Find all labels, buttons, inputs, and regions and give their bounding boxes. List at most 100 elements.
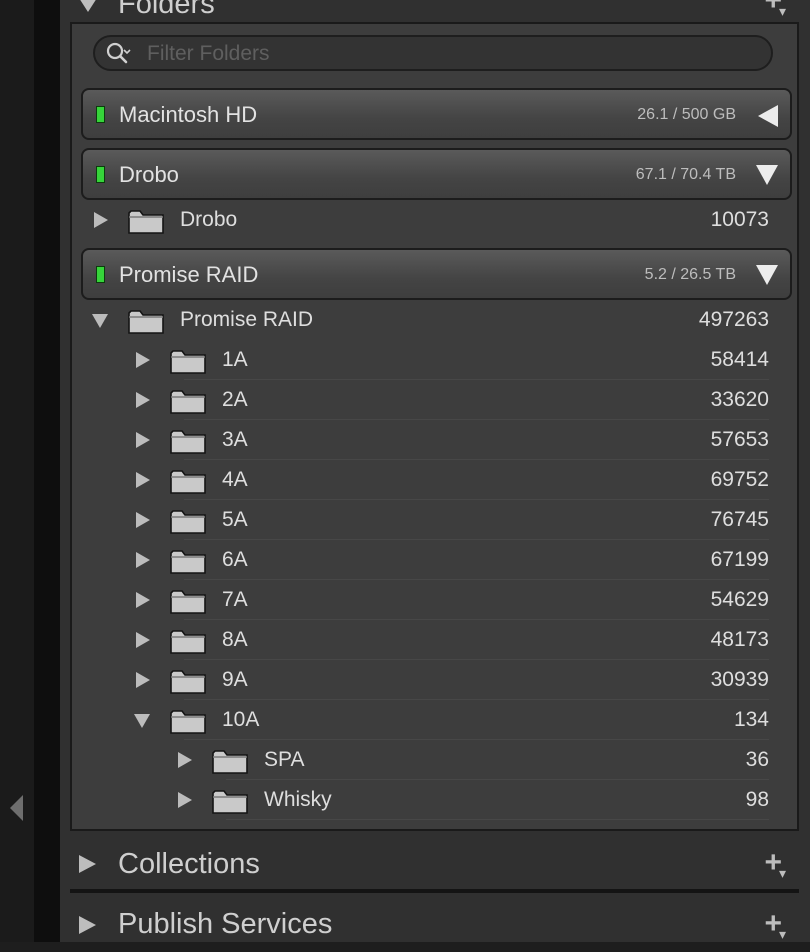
- folder-icon: [170, 628, 206, 654]
- folder-name: 4A: [222, 468, 248, 491]
- folder-row[interactable]: 4A 69752: [72, 460, 797, 500]
- collections-panel-header[interactable]: Collections +▾: [60, 838, 810, 894]
- disclosure-right-icon[interactable]: [178, 792, 192, 808]
- folder-name: Drobo: [180, 208, 238, 231]
- volume-name: Promise RAID: [119, 262, 259, 287]
- add-collection-plus-icon[interactable]: +▾: [764, 848, 786, 881]
- add-folder-plus-icon[interactable]: +▾: [764, 0, 786, 18]
- folder-icon: [170, 508, 206, 534]
- disclosure-right-icon[interactable]: [136, 672, 150, 688]
- publish-services-title: Publish Services: [118, 908, 333, 940]
- triangle-down-icon[interactable]: [756, 165, 778, 185]
- disclosure-right-icon[interactable]: [178, 752, 192, 768]
- folder-row[interactable]: Whisky 98: [72, 780, 797, 820]
- disclosure-down-icon[interactable]: [134, 714, 150, 728]
- triangle-down-icon[interactable]: [756, 265, 778, 285]
- left-panel: Folders +▾ Macintosh HD 26.1 / 500 GB Drob…: [60, 0, 810, 942]
- folder-icon: [170, 548, 206, 574]
- folder-row[interactable]: 7A 54629: [72, 580, 797, 620]
- collapse-panel-arrow-icon[interactable]: [10, 795, 23, 821]
- green-led-icon: [96, 166, 105, 183]
- folder-row[interactable]: Drobo 10073: [72, 200, 797, 240]
- volume-header[interactable]: Drobo 67.1 / 70.4 TB: [81, 148, 792, 200]
- folder-icon: [170, 668, 206, 694]
- filter-folders-field[interactable]: [93, 35, 773, 71]
- volume-name: Macintosh HD: [119, 102, 258, 127]
- folder-name: 3A: [222, 428, 248, 451]
- disclosure-right-icon[interactable]: [94, 212, 108, 228]
- triangle-left-icon[interactable]: [758, 105, 778, 127]
- folder-row[interactable]: Promise RAID 497263: [72, 300, 797, 340]
- folder-name: 10A: [222, 708, 260, 731]
- folder-photo-count: 54629: [710, 588, 769, 611]
- folder-photo-count: 33620: [710, 388, 769, 411]
- folder-name: 9A: [222, 668, 248, 691]
- folder-icon: [128, 308, 164, 334]
- folder-row[interactable]: 3A 57653: [72, 420, 797, 460]
- folder-icon: [170, 468, 206, 494]
- disclosure-right-icon[interactable]: [136, 552, 150, 568]
- disclosure-down-icon[interactable]: [92, 314, 108, 328]
- add-publish-service-plus-icon[interactable]: +▾: [764, 909, 786, 942]
- green-led-icon: [96, 106, 105, 123]
- filter-folders-input[interactable]: [147, 41, 747, 67]
- folder-icon: [170, 348, 206, 374]
- folder-photo-count: 30939: [710, 668, 769, 691]
- publish-services-panel-header[interactable]: Publish Services +▾: [60, 896, 810, 952]
- panel-divider: [34, 0, 60, 942]
- folder-icon: [170, 588, 206, 614]
- volume-size: 5.2 / 26.5 TB: [644, 266, 736, 283]
- panel-separator: [70, 889, 799, 893]
- folder-photo-count: 67199: [710, 548, 769, 571]
- folder-row[interactable]: SPA 36: [72, 740, 797, 780]
- folder-photo-count: 48173: [710, 628, 769, 651]
- folder-icon: [170, 708, 206, 734]
- volume-header[interactable]: Promise RAID 5.2 / 26.5 TB: [81, 248, 792, 300]
- disclosure-right-icon[interactable]: [136, 632, 150, 648]
- row-divider: [226, 819, 769, 820]
- folder-photo-count: 36: [745, 748, 769, 771]
- disclosure-right-icon[interactable]: [136, 592, 150, 608]
- folder-name: 8A: [222, 628, 248, 651]
- folder-icon: [170, 428, 206, 454]
- folder-name: 5A: [222, 508, 248, 531]
- folder-icon: [212, 748, 248, 774]
- folder-photo-count: 57653: [710, 428, 769, 451]
- folder-name: 6A: [222, 548, 248, 571]
- volume-size: 67.1 / 70.4 TB: [635, 166, 736, 183]
- green-led-icon: [96, 266, 105, 283]
- disclosure-right-icon[interactable]: [136, 472, 150, 488]
- disclosure-right-icon[interactable]: [136, 432, 150, 448]
- folder-row[interactable]: 10A 134: [72, 700, 797, 740]
- folder-icon: [212, 788, 248, 814]
- folder-name: 2A: [222, 388, 248, 411]
- folder-photo-count: 98: [745, 788, 769, 811]
- folder-icon: [128, 208, 164, 234]
- folder-row[interactable]: 6A 67199: [72, 540, 797, 580]
- publish-services-disclosure-icon[interactable]: [79, 916, 96, 934]
- disclosure-right-icon[interactable]: [136, 392, 150, 408]
- folder-row[interactable]: 2A 33620: [72, 380, 797, 420]
- folder-photo-count: 497263: [698, 308, 769, 331]
- folder-photo-count: 58414: [710, 348, 769, 371]
- folder-row[interactable]: 5A 76745: [72, 500, 797, 540]
- folder-photo-count: 134: [733, 708, 769, 731]
- folder-icon: [170, 388, 206, 414]
- folders-panel-body: Macintosh HD 26.1 / 500 GB Drobo 67.1 / 70.…: [70, 22, 799, 831]
- folder-photo-count: 76745: [710, 508, 769, 531]
- collections-disclosure-icon[interactable]: [79, 855, 96, 873]
- search-icon[interactable]: [105, 41, 131, 67]
- folder-name: 1A: [222, 348, 248, 371]
- folders-title: Folders: [118, 0, 215, 20]
- folder-name: SPA: [264, 748, 305, 771]
- collections-title: Collections: [118, 848, 260, 880]
- disclosure-right-icon[interactable]: [136, 352, 150, 368]
- folder-row[interactable]: 8A 48173: [72, 620, 797, 660]
- folder-name: 7A: [222, 588, 248, 611]
- folders-disclosure-icon[interactable]: [79, 0, 97, 12]
- folder-row[interactable]: 9A 30939: [72, 660, 797, 700]
- folder-row[interactable]: 1A 58414: [72, 340, 797, 380]
- volume-size: 26.1 / 500 GB: [637, 106, 736, 123]
- volume-header[interactable]: Macintosh HD 26.1 / 500 GB: [81, 88, 792, 140]
- disclosure-right-icon[interactable]: [136, 512, 150, 528]
